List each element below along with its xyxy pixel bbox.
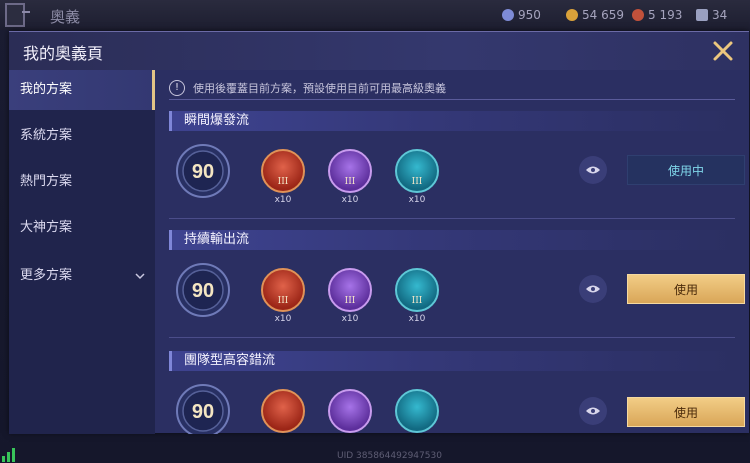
gem-tier-label: III bbox=[277, 177, 289, 187]
ruby-icon bbox=[632, 9, 644, 21]
sidebar-item-pro-schemes[interactable]: 大神方案 bbox=[9, 208, 155, 248]
svg-text:90: 90 bbox=[192, 280, 214, 302]
preview-eye-icon[interactable] bbox=[579, 397, 607, 425]
gem-quantity: x10 bbox=[274, 195, 292, 205]
use-button[interactable]: 使用 bbox=[627, 274, 745, 304]
scheme-name: 持續輸出流 bbox=[169, 230, 735, 250]
voucher-icon bbox=[696, 9, 708, 21]
red-rune-icon: III bbox=[261, 268, 305, 312]
gem-tier-label: III bbox=[344, 177, 356, 187]
uid-label: UID 385864492947530 bbox=[337, 451, 442, 461]
gem-tier-label: III bbox=[411, 177, 423, 187]
diamond-currency: 950 bbox=[502, 8, 541, 22]
gem-quantity: x10 bbox=[341, 195, 359, 205]
teal-rune-icon: III bbox=[395, 268, 439, 312]
teal-rune-icon bbox=[395, 389, 439, 433]
scheme-name: 瞬間爆發流 bbox=[169, 111, 735, 131]
diamond-icon bbox=[502, 9, 514, 21]
svg-text:90: 90 bbox=[192, 401, 214, 423]
top-resource-bar: 奧義 950 54 659 5 193 34 bbox=[0, 0, 750, 30]
use-button[interactable]: 使用 bbox=[627, 397, 745, 427]
signal-strength-icon bbox=[2, 448, 15, 462]
sidebar-item-my-schemes[interactable]: 我的方案 bbox=[9, 70, 155, 110]
gem-tier-label: III bbox=[277, 296, 289, 306]
purple-rune-icon: III bbox=[328, 149, 372, 193]
exclamation-icon: ! bbox=[169, 79, 185, 96]
panel-header: 我的奧義頁 bbox=[9, 32, 749, 70]
scheme-list: ! 使用後覆蓋目前方案，預設使用目前可用最高級奧義 瞬間爆發流 90 III x… bbox=[155, 70, 749, 434]
gem-quantity: x10 bbox=[408, 314, 426, 324]
gold-currency: 54 659 bbox=[566, 8, 624, 22]
gem-quantity: x10 bbox=[274, 314, 292, 324]
gold-coin-icon bbox=[566, 9, 578, 21]
voucher-currency: 34 bbox=[696, 8, 727, 22]
preview-eye-icon[interactable] bbox=[579, 275, 607, 303]
sidebar-item-popular-schemes[interactable]: 熱門方案 bbox=[9, 162, 155, 202]
red-rune-icon: III bbox=[261, 149, 305, 193]
level-badge-icon: 90 bbox=[176, 384, 230, 434]
purple-rune-icon bbox=[328, 389, 372, 433]
chevron-down-icon bbox=[135, 273, 145, 280]
back-arrow-icon[interactable] bbox=[0, 0, 40, 30]
level-badge-icon: 90 bbox=[176, 144, 230, 198]
scheme-name: 團隊型高容錯流 bbox=[169, 351, 735, 371]
teal-rune-icon: III bbox=[395, 149, 439, 193]
sidebar-item-system-schemes[interactable]: 系統方案 bbox=[9, 116, 155, 156]
level-badge-icon: 90 bbox=[176, 263, 230, 317]
gem-tier-label: III bbox=[411, 296, 423, 306]
scheme-sidebar: 我的方案 系統方案 熱門方案 大神方案 更多方案 bbox=[9, 70, 155, 434]
purple-rune-icon: III bbox=[328, 268, 372, 312]
preview-eye-icon[interactable] bbox=[579, 156, 607, 184]
notice-text: 使用後覆蓋目前方案，預設使用目前可用最高級奧義 bbox=[193, 81, 446, 95]
gem-tier-label: III bbox=[344, 296, 356, 306]
gem-quantity: x10 bbox=[341, 314, 359, 324]
red-rune-icon bbox=[261, 389, 305, 433]
gem-quantity: x10 bbox=[408, 195, 426, 205]
svg-text:90: 90 bbox=[192, 161, 214, 183]
notice-bar: ! 使用後覆蓋目前方案，預設使用目前可用最高級奧義 bbox=[169, 76, 735, 100]
sidebar-item-more-schemes[interactable]: 更多方案 bbox=[9, 256, 155, 296]
rune-page-panel: 我的奧義頁 我的方案 系統方案 熱門方案 大神方案 更多方案 ! 使用後覆蓋目前… bbox=[9, 31, 749, 434]
in-use-button[interactable]: 使用中 bbox=[627, 155, 745, 185]
close-icon[interactable] bbox=[709, 37, 737, 65]
background-page-title: 奧義 bbox=[50, 8, 81, 26]
ruby-currency: 5 193 bbox=[632, 8, 682, 22]
panel-title: 我的奧義頁 bbox=[23, 44, 104, 63]
